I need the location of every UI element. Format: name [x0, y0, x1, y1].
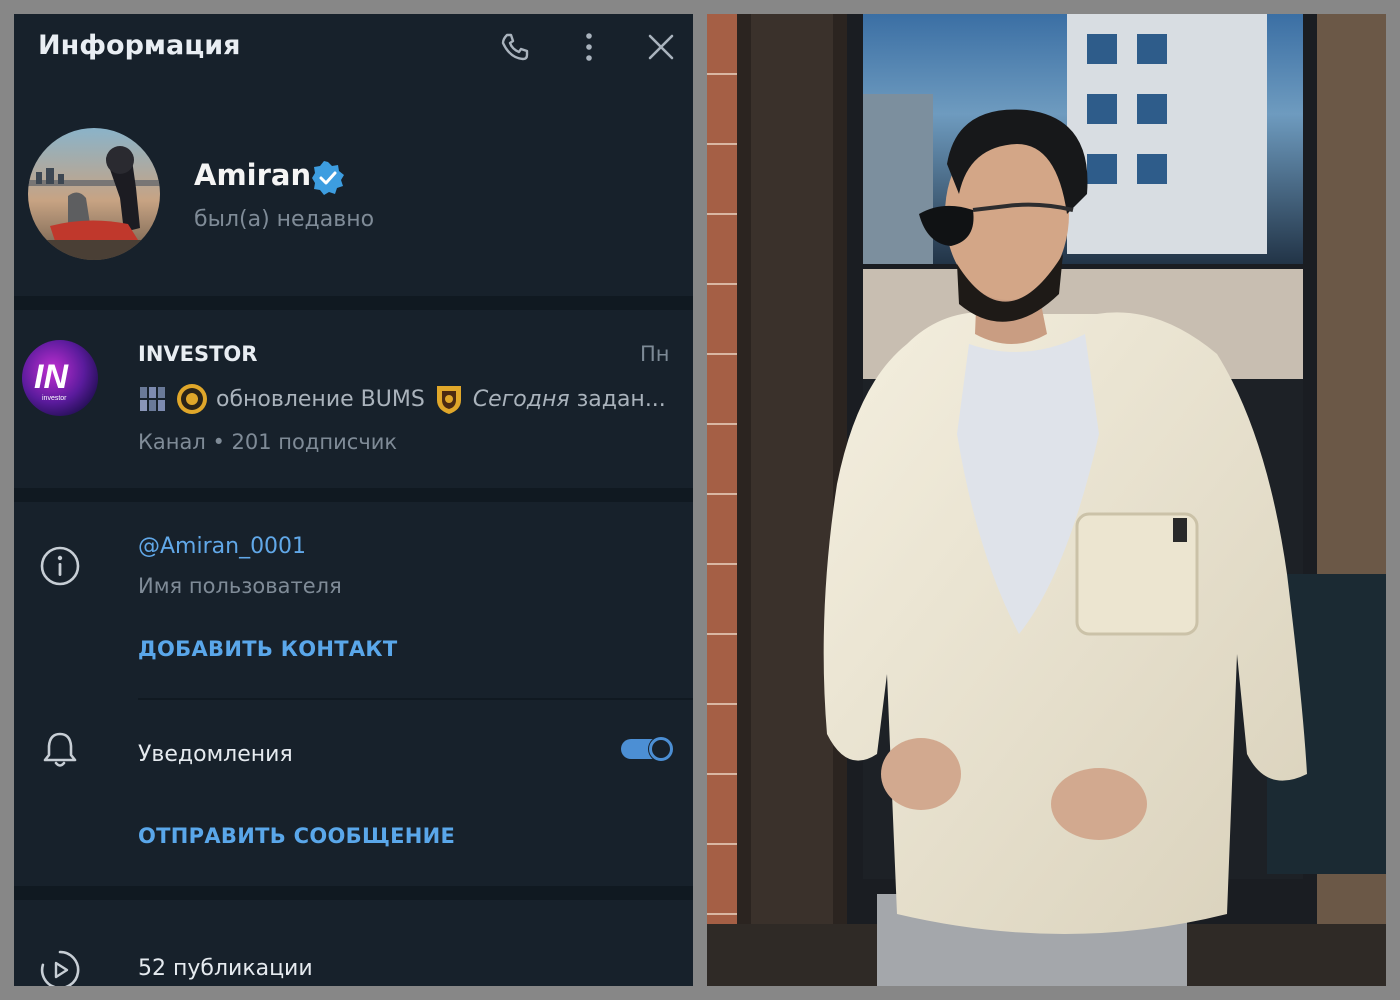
notifications-toggle[interactable]	[620, 734, 676, 764]
channel-name: INVESTOR	[138, 342, 258, 366]
profile-name: Amiran	[194, 158, 312, 192]
username-value[interactable]: @Amiran_0001	[138, 534, 306, 559]
channel-subscriber-count: Канал • 201 подписчик	[138, 430, 398, 454]
posts-item[interactable]: 52 публикации	[14, 900, 693, 986]
section-separator	[14, 886, 693, 900]
panel-header: Информация	[14, 14, 693, 80]
preview-text-update: обновление	[216, 386, 354, 412]
channel-last-post-day: Пн	[640, 342, 670, 366]
posts-count-label: 52 публикации	[138, 956, 313, 981]
last-seen-status: был(а) недавно	[194, 207, 375, 232]
phone-icon[interactable]	[498, 30, 532, 64]
info-icon	[40, 546, 80, 586]
more-vertical-icon[interactable]	[572, 30, 606, 64]
channel-last-post-preview: обновление BUMS Сегодня задан...	[138, 382, 678, 418]
preview-text-bums: BUMS	[360, 386, 425, 412]
user-info-section: @Amiran_0001 Имя пользователя ДОБАВИТЬ К…	[14, 502, 693, 886]
channel-logo-subtext: investor	[42, 395, 67, 402]
section-separator	[14, 488, 693, 502]
send-message-button[interactable]: ОТПРАВИТЬ СООБЩЕНИЕ	[138, 824, 455, 848]
panel-title: Информация	[38, 30, 241, 61]
divider	[138, 698, 693, 700]
bell-icon	[43, 732, 77, 767]
stories-icon	[40, 950, 80, 986]
profile-section: Amiran был(а) недавно	[14, 114, 693, 294]
channel-logo: IN investor	[22, 340, 98, 416]
username-label: Имя пользователя	[138, 574, 342, 598]
preview-text-today: Сегодня	[472, 386, 570, 412]
close-icon[interactable]	[644, 30, 678, 64]
verified-badge-icon	[312, 161, 344, 195]
add-contact-button[interactable]: ДОБАВИТЬ КОНТАКТ	[138, 637, 398, 661]
channel-logo-text: IN	[34, 358, 69, 396]
shield-emoji-icon	[436, 386, 461, 414]
telegram-info-panel: Информация Amiran был(а) недавно IN inve…	[14, 14, 693, 986]
media-thumbnail-icon	[140, 387, 165, 411]
notifications-label: Уведомления	[138, 742, 293, 767]
preview-text-task: задан...	[576, 386, 666, 412]
avatar[interactable]	[28, 128, 160, 260]
personal-channel-item[interactable]: IN investor INVESTOR Пн обновление BUMS	[14, 310, 693, 488]
coin-emoji-icon	[177, 384, 207, 414]
profile-photo	[707, 14, 1386, 986]
section-separator	[14, 296, 693, 310]
